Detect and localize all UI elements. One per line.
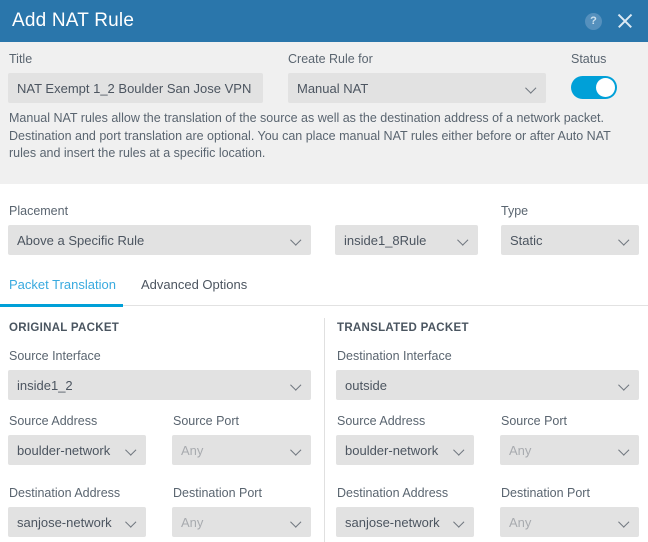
type-label: Type	[501, 204, 529, 218]
type-value: Static	[510, 232, 543, 248]
chevron-down-icon	[619, 380, 630, 391]
active-tab-underline	[0, 304, 123, 307]
original-source-address-label: Source Address	[9, 414, 98, 428]
source-interface-select[interactable]: inside1_2	[8, 370, 311, 400]
add-nat-rule-dialog: Add NAT Rule ? Title NAT Exempt 1_2 Boul…	[0, 0, 648, 542]
original-source-port-label: Source Port	[173, 414, 240, 428]
destination-interface-label: Destination Interface	[337, 349, 452, 363]
translated-source-address-value: boulder-network	[345, 442, 439, 458]
translated-source-port-select[interactable]: Any	[500, 435, 639, 465]
translated-source-address-label: Source Address	[337, 414, 426, 428]
translated-packet-heading: TRANSLATED PACKET	[337, 322, 469, 334]
translated-destination-address-value: sanjose-network	[345, 514, 440, 530]
translated-destination-port-label: Destination Port	[501, 486, 590, 500]
translated-source-port-label: Source Port	[501, 414, 568, 428]
translated-source-port-value: Any	[509, 442, 532, 458]
original-destination-address-label: Destination Address	[9, 486, 121, 500]
title-label: Title	[9, 52, 33, 66]
specific-rule-select[interactable]: inside1_8Rule	[335, 225, 478, 255]
translated-source-address-select[interactable]: boulder-network	[336, 435, 474, 465]
original-source-address-select[interactable]: boulder-network	[8, 435, 146, 465]
chevron-down-icon	[126, 517, 137, 528]
chevron-down-icon	[454, 445, 465, 456]
title-input[interactable]: NAT Exempt 1_2 Boulder San Jose VPN	[8, 73, 263, 103]
chevron-down-icon	[619, 517, 630, 528]
chevron-down-icon	[619, 445, 630, 456]
translated-destination-port-select[interactable]: Any	[500, 507, 639, 537]
status-toggle-knob	[596, 78, 615, 97]
source-interface-label: Source Interface	[9, 349, 101, 363]
status-toggle[interactable]	[571, 76, 617, 99]
tab-bar: Packet Translation Advanced Options	[0, 277, 648, 305]
original-packet-heading: ORIGINAL PACKET	[9, 322, 120, 334]
create-rule-for-value: Manual NAT	[297, 80, 369, 96]
original-destination-port-value: Any	[181, 514, 204, 530]
original-destination-port-label: Destination Port	[173, 486, 262, 500]
create-rule-for-label: Create Rule for	[288, 52, 373, 66]
chevron-down-icon	[291, 380, 302, 391]
specific-rule-value: inside1_8Rule	[344, 232, 427, 248]
destination-interface-select[interactable]: outside	[336, 370, 639, 400]
close-icon[interactable]	[616, 12, 634, 30]
dialog-titlebar: Add NAT Rule ?	[0, 0, 648, 42]
type-select[interactable]: Static	[501, 225, 639, 255]
translated-destination-port-value: Any	[509, 514, 532, 530]
tab-packet-translation[interactable]: Packet Translation	[9, 277, 116, 300]
translated-destination-address-select[interactable]: sanjose-network	[336, 507, 474, 537]
chevron-down-icon	[454, 517, 465, 528]
chevron-down-icon	[291, 445, 302, 456]
chevron-down-icon	[526, 83, 537, 94]
tab-advanced-options[interactable]: Advanced Options	[141, 277, 247, 300]
tab-bar-rule	[123, 305, 648, 306]
original-source-address-value: boulder-network	[17, 442, 111, 458]
source-interface-value: inside1_2	[17, 377, 73, 393]
dialog-title: Add NAT Rule	[12, 10, 135, 31]
chevron-down-icon	[619, 235, 630, 246]
translated-destination-address-label: Destination Address	[337, 486, 449, 500]
chevron-down-icon	[126, 445, 137, 456]
placement-value: Above a Specific Rule	[17, 232, 145, 248]
original-source-port-value: Any	[181, 442, 204, 458]
status-label: Status	[571, 52, 607, 66]
chevron-down-icon	[291, 517, 302, 528]
titlebar-actions: ?	[585, 12, 634, 30]
original-destination-port-select[interactable]: Any	[172, 507, 311, 537]
create-rule-for-select[interactable]: Manual NAT	[288, 73, 546, 103]
chevron-down-icon	[291, 235, 302, 246]
original-source-port-select[interactable]: Any	[172, 435, 311, 465]
destination-interface-value: outside	[345, 377, 387, 393]
original-destination-address-value: sanjose-network	[17, 514, 112, 530]
original-destination-address-select[interactable]: sanjose-network	[8, 507, 146, 537]
placement-select[interactable]: Above a Specific Rule	[8, 225, 311, 255]
title-input-value: NAT Exempt 1_2 Boulder San Jose VPN	[17, 80, 252, 96]
chevron-down-icon	[458, 235, 469, 246]
rule-description: Manual NAT rules allow the translation o…	[9, 111, 611, 160]
help-circle-icon[interactable]: ?	[585, 12, 602, 30]
packet-columns-divider	[324, 318, 325, 542]
placement-label: Placement	[9, 204, 69, 218]
